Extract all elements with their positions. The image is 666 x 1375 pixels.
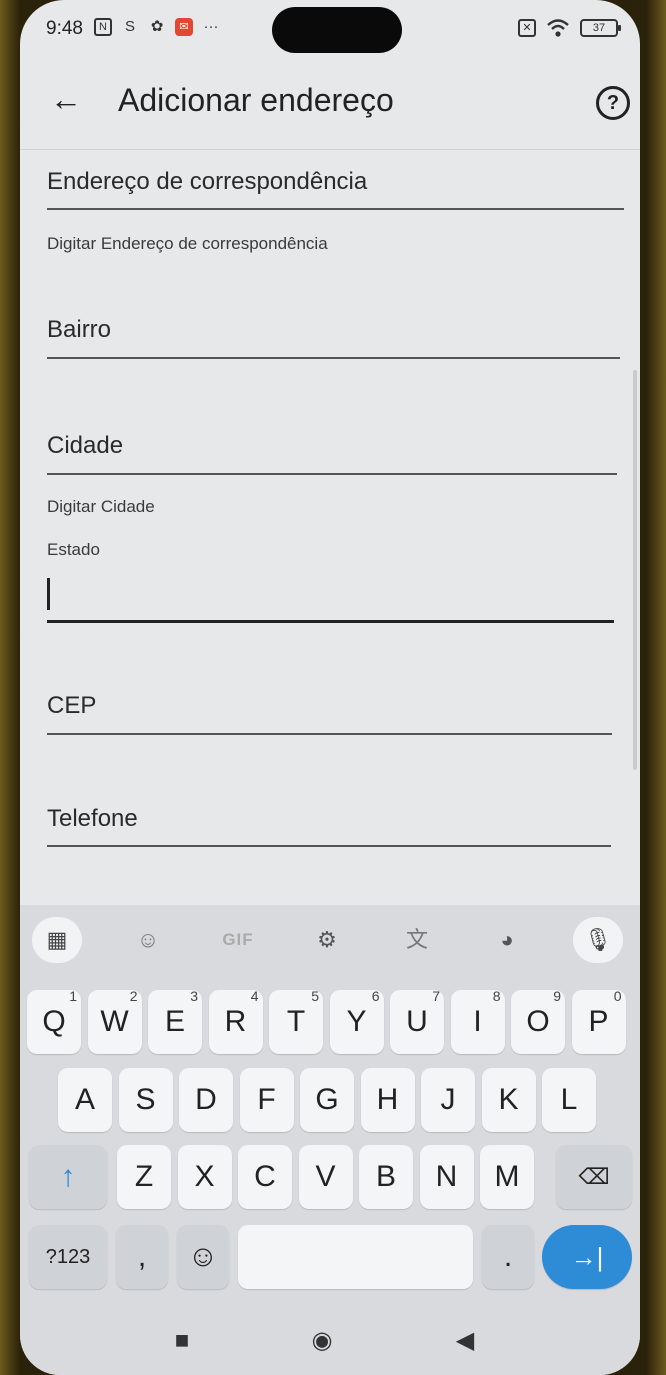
status-time: 9:48 [46, 18, 83, 39]
arrow-left-icon[interactable]: ← [50, 82, 86, 118]
key-hint-number: 0 [613, 988, 622, 1004]
key-z[interactable]: Z [117, 1145, 171, 1209]
key-hint-number: 9 [553, 988, 561, 1004]
key-v[interactable]: V [298, 1145, 353, 1209]
key-f[interactable]: F [239, 1068, 294, 1132]
emoji-icon[interactable]: ☺ [177, 1225, 229, 1289]
status-right-icons: ✕ 37 [518, 18, 621, 38]
mailing-address-field[interactable]: Endereço de correspondência [47, 168, 624, 212]
key-hint-number: 2 [129, 988, 138, 1004]
settings-icon[interactable]: ⚙ [302, 917, 352, 963]
field-underline [47, 208, 624, 210]
page-title: Adicionar endereço [118, 82, 394, 118]
key-c[interactable]: C [238, 1145, 292, 1209]
comma-key[interactable]: , [116, 1225, 168, 1289]
key-hint-number: 4 [250, 988, 259, 1004]
nfc-icon: N [94, 18, 112, 36]
camera-notch [272, 7, 402, 53]
translate-icon[interactable]: 文 [392, 917, 442, 963]
symbols-key[interactable]: ?123 [29, 1225, 107, 1289]
neighborhood-field[interactable]: Bairro [47, 316, 620, 360]
back-triangle-icon[interactable]: ◀ [450, 1326, 480, 1356]
key-d[interactable]: D [179, 1068, 233, 1132]
phone-field[interactable]: Telefone [47, 805, 611, 849]
apps-grid-icon[interactable]: ▦ [32, 917, 82, 963]
key-n[interactable]: N [419, 1145, 474, 1209]
mailing-address-label: Endereço de correspondência [47, 168, 368, 195]
no-sim-icon: ✕ [518, 19, 536, 37]
key-t[interactable]: T5 [269, 988, 323, 1054]
key-y[interactable]: Y6 [329, 988, 384, 1054]
recents-square-icon[interactable]: ■ [167, 1326, 197, 1356]
city-field[interactable]: Cidade [47, 432, 617, 476]
screen: 9:48 N S ✿ ✉ ··· ✕ 37 ← Adicionar endere… [20, 0, 640, 1375]
keyboard-toolbar: ▦ ☺ GIF ⚙ 文 ◕ 🎙 [20, 905, 640, 975]
key-x[interactable]: X [177, 1145, 232, 1209]
field-underline-focused [47, 620, 614, 623]
key-hint-number: 3 [190, 988, 198, 1004]
key-o[interactable]: O9 [511, 988, 565, 1054]
keyboard: ▦ ☺ GIF ⚙ 文 ◕ 🎙 Q1W2E3R4T5Y6U7I8O9P0 ASD… [20, 905, 640, 1375]
microphone-icon[interactable]: 🎙 [573, 917, 623, 963]
zip-label: CEP [47, 692, 97, 719]
key-h[interactable]: H [360, 1068, 415, 1132]
key-hint-number: 6 [371, 988, 380, 1004]
phone-label: Telefone [47, 805, 138, 832]
arrow-up-icon[interactable]: ↑ [29, 1145, 107, 1209]
key-k[interactable]: K [481, 1068, 536, 1132]
text-cursor [47, 578, 50, 610]
key-s[interactable]: S [118, 1068, 173, 1132]
period-key[interactable]: . [482, 1225, 534, 1289]
field-underline [47, 357, 620, 359]
key-hint-number: 8 [492, 988, 501, 1004]
key-b[interactable]: B [359, 1145, 413, 1209]
sync-icon: S [124, 18, 135, 35]
zip-field[interactable]: CEP [47, 692, 612, 736]
key-hint-number: 5 [311, 988, 319, 1004]
field-underline [47, 733, 612, 735]
key-j[interactable]: J [421, 1068, 475, 1132]
key-a[interactable]: A [58, 1068, 112, 1132]
backspace-icon[interactable]: ⌫ [556, 1145, 632, 1209]
key-hint-number: 1 [69, 988, 77, 1004]
neighborhood-label: Bairro [47, 316, 112, 343]
key-u[interactable]: U7 [390, 988, 444, 1054]
city-helper: Digitar Cidade [47, 497, 155, 516]
key-g[interactable]: G [300, 1068, 354, 1132]
more-dots-icon: ··· [203, 18, 219, 35]
key-l[interactable]: L [542, 1068, 596, 1132]
home-circle-icon[interactable]: ◉ [307, 1326, 337, 1356]
space-bar[interactable] [238, 1225, 473, 1289]
status-bar: 9:48 N S ✿ ✉ ··· ✕ 37 [20, 0, 640, 62]
key-q[interactable]: Q1 [27, 988, 81, 1054]
scrollbar[interactable] [633, 370, 637, 770]
system-nav-bar: ■ ◉ ◀ [20, 1310, 640, 1375]
state-label: Estado [47, 540, 100, 559]
wifi-icon [547, 19, 569, 37]
sticker-icon[interactable]: ☺ [123, 917, 173, 963]
key-e[interactable]: E3 [148, 988, 202, 1054]
key-p[interactable]: P0 [571, 988, 626, 1054]
battery-indicator: 37 [580, 19, 621, 37]
app-bar: ← Adicionar endereço ? [20, 62, 640, 150]
palette-icon[interactable]: ◕ [482, 917, 532, 963]
key-r[interactable]: R4 [208, 988, 263, 1054]
field-underline [47, 473, 617, 475]
tab-arrow-icon[interactable]: →| [542, 1225, 632, 1289]
key-i[interactable]: I8 [450, 988, 505, 1054]
state-field[interactable]: Estado [47, 540, 614, 624]
help-circle-icon[interactable]: ? [596, 86, 630, 120]
gif-button[interactable]: GIF [213, 917, 263, 963]
phone-frame: 9:48 N S ✿ ✉ ··· ✕ 37 ← Adicionar endere… [0, 0, 666, 1375]
key-hint-number: 7 [432, 988, 440, 1004]
mailing-address-helper: Digitar Endereço de correspondência [47, 234, 328, 253]
field-underline [47, 845, 611, 847]
mail-app-icon: ✉ [175, 18, 193, 36]
city-label: Cidade [47, 432, 124, 459]
status-left-icons: N S ✿ ✉ ··· [94, 18, 220, 36]
settings-gear-icon: ✿ [150, 18, 164, 35]
key-m[interactable]: M [480, 1145, 534, 1209]
key-w[interactable]: W2 [87, 988, 142, 1054]
